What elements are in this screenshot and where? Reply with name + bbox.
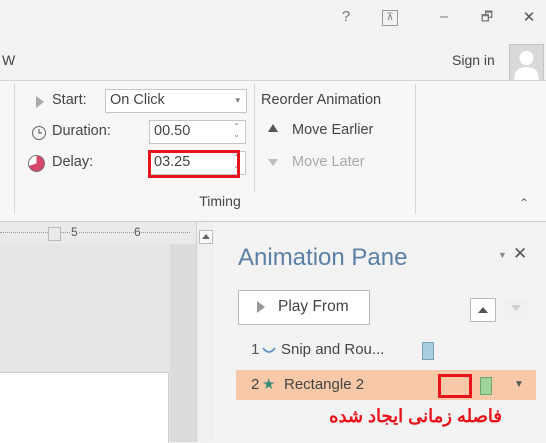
help-icon[interactable]: ? — [335, 8, 357, 25]
pane-options-icon[interactable]: ▼ — [498, 250, 507, 260]
up-arrow-icon — [478, 307, 488, 313]
scroll-up-icon — [202, 234, 210, 239]
play-icon — [257, 301, 265, 313]
move-up-button[interactable] — [470, 298, 496, 322]
minimize-icon[interactable]: – — [433, 8, 455, 25]
close-icon[interactable]: ✕ — [518, 8, 540, 26]
delay-clock-icon — [28, 155, 45, 172]
timing-group-label: Timing — [199, 193, 241, 209]
item-name: Rectangle 2 — [284, 376, 365, 393]
duration-spinner-icon[interactable]: ⌃ ⌄ — [233, 123, 240, 139]
ruler-indent-marker[interactable] — [48, 227, 61, 241]
timing-bar — [480, 377, 492, 395]
item-number: 2 — [251, 376, 260, 393]
user-silhouette-icon — [514, 51, 539, 80]
chevron-down-icon: ▾ — [235, 95, 240, 105]
delay-label: Delay: — [52, 154, 94, 170]
down-arrow-icon — [511, 305, 521, 311]
item-number: 1 — [251, 341, 260, 358]
delay-highlight-box — [148, 150, 240, 178]
entrance-effect-icon — [262, 347, 276, 353]
title-bar — [0, 0, 546, 42]
duration-label: Duration: — [52, 123, 111, 139]
collapse-ribbon-icon[interactable]: ⌃ — [519, 196, 529, 210]
sign-in-link[interactable]: Sign in — [452, 52, 495, 68]
animation-item-selected[interactable]: 2 ★ Rectangle 2 ▼ — [236, 370, 536, 400]
ribbon-display-options-icon[interactable]: ⊼ — [382, 10, 398, 26]
horizontal-ruler: 5 6 — [0, 222, 196, 245]
duration-field[interactable]: 00.50 ⌃ ⌄ — [149, 120, 246, 144]
move-earlier-button[interactable]: Move Earlier — [292, 122, 373, 138]
start-label: Start: — [52, 92, 87, 108]
clock-icon — [32, 126, 46, 140]
animation-item[interactable]: 1 Snip and Rou... — [236, 336, 536, 364]
start-dropdown[interactable]: On Click ▾ — [105, 89, 247, 113]
star-emphasis-icon: ★ — [262, 376, 276, 393]
animation-pane-title: Animation Pane — [238, 244, 408, 271]
annotation-text: فاصله زمانی ایجاد شده — [329, 406, 502, 426]
ruler-ticks — [0, 232, 190, 233]
timing-bar — [422, 342, 434, 360]
restore-icon[interactable]: 🗗 — [476, 8, 498, 30]
duration-value: 00.50 — [154, 123, 191, 139]
start-dropdown-value: On Click — [110, 92, 165, 108]
avatar[interactable] — [509, 44, 544, 81]
move-down-button[interactable] — [504, 298, 528, 320]
reorder-animation-title: Reorder Animation — [261, 92, 382, 108]
pane-close-icon[interactable]: ✕ — [513, 244, 527, 264]
ruler-mark-6: 6 — [134, 225, 141, 239]
play-from-button[interactable]: Play From — [238, 290, 370, 325]
play-from-label: Play From — [278, 298, 349, 315]
ruler-mark-5: 5 — [71, 225, 78, 239]
vertical-scrollbar[interactable] — [196, 222, 215, 442]
start-icon — [36, 96, 44, 108]
item-name: Snip and Rou... — [281, 341, 385, 358]
move-later-icon — [268, 159, 278, 166]
item-dropdown-icon[interactable]: ▼ — [514, 379, 524, 390]
move-later-button[interactable]: Move Later — [292, 154, 365, 170]
group-separator — [14, 84, 15, 214]
tab-view-partial[interactable]: W — [2, 52, 15, 68]
scroll-up-button[interactable] — [199, 230, 213, 244]
group-separator — [254, 84, 255, 192]
delay-gap-highlight — [438, 374, 472, 398]
group-separator — [415, 84, 416, 214]
move-earlier-icon — [268, 124, 278, 132]
slide-shape[interactable] — [0, 372, 169, 443]
